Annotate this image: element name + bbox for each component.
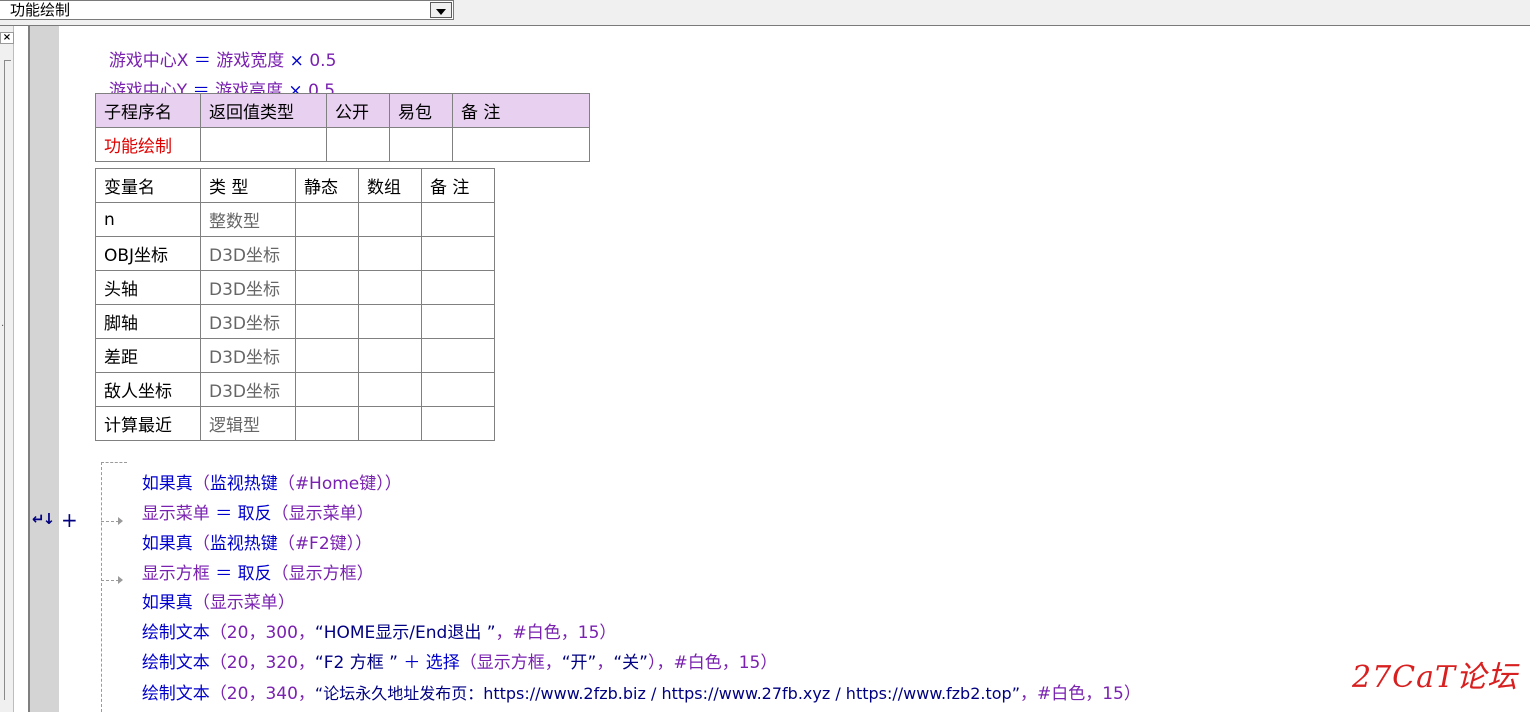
package-cell[interactable] [389, 127, 453, 162]
public-cell[interactable] [326, 127, 390, 162]
static-cell[interactable] [295, 304, 359, 339]
array-cell[interactable] [358, 236, 422, 271]
table-header-cell: 易包 [389, 93, 453, 128]
var-name-cell[interactable]: OBJ坐标 [95, 236, 201, 271]
var-type-cell[interactable]: 逻辑型 [200, 406, 296, 441]
top-toolbar: 功能绘制 [0, 0, 1530, 26]
left-side-panel: × . [0, 26, 14, 712]
flow-arrow-icon [118, 517, 123, 525]
var-name-cell[interactable]: 脚轴 [95, 304, 201, 339]
paren: ） [356, 564, 374, 584]
static-cell[interactable] [295, 270, 359, 305]
array-cell[interactable] [358, 338, 422, 373]
expand-plus-icon[interactable]: + [61, 508, 78, 532]
variable-name: 显示方框 [288, 564, 357, 584]
flow-line [101, 521, 119, 522]
panel-splitter-handle[interactable]: . [1, 318, 4, 329]
flow-line [101, 580, 119, 581]
remark-cell[interactable] [421, 338, 495, 373]
array-cell[interactable] [358, 270, 422, 305]
table-row[interactable]: n 整数型 [95, 202, 495, 237]
remark-cell[interactable] [421, 270, 495, 305]
static-cell[interactable] [295, 236, 359, 271]
var-name-cell[interactable]: 差距 [95, 338, 201, 373]
table-header-row: 变量名 类 型 静态 数组 备 注 [95, 168, 495, 203]
table-header-cell: 子程序名 [95, 93, 201, 128]
var-name-cell[interactable]: n [95, 202, 201, 237]
code-line[interactable]: 绘制文本（20，340，“论坛永久地址发布页：https://www.2fzb.… [131, 661, 1141, 705]
static-cell[interactable] [295, 372, 359, 407]
table-row[interactable]: 头轴 D3D坐标 [95, 270, 495, 305]
subroutine-table: 子程序名 返回值类型 公开 易包 备 注 功能绘制 [95, 93, 590, 162]
var-name-cell[interactable]: 敌人坐标 [95, 372, 201, 407]
combo-selected-value: 功能绘制 [10, 1, 71, 19]
static-cell[interactable] [295, 202, 359, 237]
array-cell[interactable] [358, 202, 422, 237]
var-type-cell[interactable]: D3D坐标 [200, 236, 296, 271]
array-cell[interactable] [358, 406, 422, 441]
table-header-cell: 返回值类型 [200, 93, 327, 128]
remark-cell[interactable] [421, 372, 495, 407]
remark-cell[interactable] [421, 406, 495, 441]
array-cell[interactable] [358, 372, 422, 407]
flow-arrow-icon [118, 576, 123, 584]
remark-cell[interactable] [452, 127, 590, 162]
static-cell[interactable] [295, 338, 359, 373]
close-icon[interactable]: × [0, 32, 14, 44]
var-name-cell[interactable]: 头轴 [95, 270, 201, 305]
subroutine-combo[interactable]: 功能绘制 [0, 0, 454, 20]
variable-table: 变量名 类 型 静态 数组 备 注 n 整数型 OBJ坐标 D3D坐标 头轴 D3D坐… [95, 168, 495, 441]
function-name: 绘制文本 [141, 684, 210, 704]
fold-marker-icon[interactable]: ↵↓ [32, 510, 55, 528]
var-type-cell[interactable]: D3D坐标 [200, 372, 296, 407]
table-header-cell: 类 型 [200, 168, 296, 203]
table-header-cell: 静态 [295, 168, 359, 203]
var-type-cell[interactable]: D3D坐标 [200, 338, 296, 373]
paren: ）） [376, 474, 402, 494]
remark-cell[interactable] [421, 236, 495, 271]
var-name-cell[interactable]: 计算最近 [95, 406, 201, 441]
table-row[interactable]: 计算最近 逻辑型 [95, 406, 495, 441]
chevron-down-icon [436, 8, 446, 15]
combo-dropdown-button[interactable] [430, 2, 452, 18]
table-header-cell: 公开 [326, 93, 390, 128]
var-type-cell[interactable]: D3D坐标 [200, 270, 296, 305]
remark-cell[interactable] [421, 202, 495, 237]
table-header-cell: 数组 [358, 168, 422, 203]
subroutine-name-cell[interactable]: 功能绘制 [95, 127, 201, 162]
table-header-cell: 备 注 [421, 168, 495, 203]
panel-divider [4, 60, 11, 700]
table-row[interactable]: 差距 D3D坐标 [95, 338, 495, 373]
table-row[interactable]: OBJ坐标 D3D坐标 [95, 236, 495, 271]
arguments: （20，340， [209, 684, 315, 704]
var-type-cell[interactable]: 整数型 [200, 202, 296, 237]
table-header-row: 子程序名 返回值类型 公开 易包 备 注 [95, 93, 590, 128]
flow-line [101, 462, 127, 463]
string-literal: “论坛永久地址发布页：https://www.2fzb.biz / https:… [314, 684, 1020, 703]
return-type-cell[interactable] [200, 127, 327, 162]
watermark-logo: 27CaT论坛 [1352, 660, 1519, 695]
static-cell[interactable] [295, 406, 359, 441]
table-row[interactable]: 功能绘制 [95, 127, 590, 162]
remark-cell[interactable] [421, 304, 495, 339]
flow-line [101, 462, 102, 712]
arguments: ，#白色，15） [1020, 684, 1141, 704]
var-type-cell[interactable]: D3D坐标 [200, 304, 296, 339]
editor-gutter [28, 26, 59, 712]
table-header-cell: 变量名 [95, 168, 201, 203]
editor-margin [15, 26, 28, 712]
table-header-cell: 备 注 [452, 93, 590, 128]
table-row[interactable]: 敌人坐标 D3D坐标 [95, 372, 495, 407]
array-cell[interactable] [358, 304, 422, 339]
table-row[interactable]: 脚轴 D3D坐标 [95, 304, 495, 339]
